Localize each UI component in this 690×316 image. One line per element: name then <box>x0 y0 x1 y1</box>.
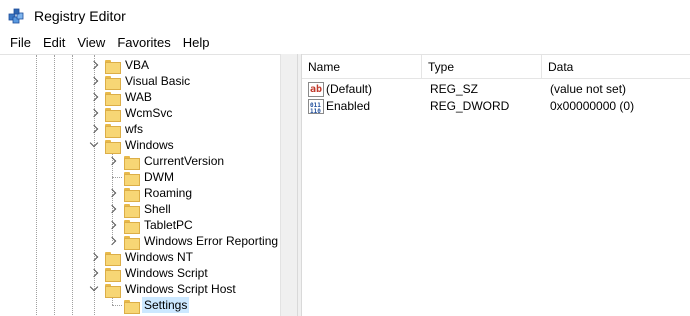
string-value-icon: ab <box>308 82 324 97</box>
value-name: (Default) <box>326 82 373 96</box>
tree-scrollbar[interactable] <box>280 54 297 316</box>
column-header-name[interactable]: Name <box>302 55 422 79</box>
tree-node-label: Visual Basic <box>125 74 191 88</box>
tree-node-roaming[interactable]: Roaming <box>0 185 280 202</box>
folder-icon <box>105 138 121 154</box>
tree-node-label: CurrentVersion <box>144 154 225 168</box>
folder-icon <box>124 154 140 170</box>
tree-node-windows[interactable]: Windows <box>0 137 280 154</box>
chevron-right-icon[interactable] <box>106 219 118 231</box>
chevron-down-icon[interactable] <box>88 139 100 151</box>
tree-node-windows-error-reporting[interactable]: Windows Error Reporting <box>0 233 280 250</box>
chevron-right-icon[interactable] <box>88 123 100 135</box>
folder-icon <box>124 186 140 202</box>
chevron-right-icon[interactable] <box>106 235 118 247</box>
tree-node-dwm[interactable]: DWM <box>0 169 280 186</box>
registry-tree[interactable]: VBA Visual Basic WAB WcmSvc wfs Windows Curren… <box>0 54 297 316</box>
folder-icon <box>105 282 121 298</box>
chevron-down-icon[interactable] <box>88 283 100 295</box>
tree-node-windows-script-host[interactable]: Windows Script Host <box>0 281 280 298</box>
tree-node-settings[interactable]: Settings <box>0 297 280 314</box>
tree-node-vba[interactable]: VBA <box>0 57 280 74</box>
window-title: Registry Editor <box>34 8 126 24</box>
chevron-right-icon[interactable] <box>88 107 100 119</box>
menu-favorites[interactable]: Favorites <box>111 35 176 50</box>
tree-node-currentversion[interactable]: CurrentVersion <box>0 153 280 170</box>
list-header: Name Type Data <box>302 55 690 79</box>
menu-help[interactable]: Help <box>177 35 216 50</box>
folder-icon <box>105 106 121 122</box>
tree-node-wfs[interactable]: wfs <box>0 121 280 138</box>
tree-node-wcmsvc[interactable]: WcmSvc <box>0 105 280 122</box>
chevron-right-icon[interactable] <box>88 267 100 279</box>
value-name: Enabled <box>326 99 371 113</box>
binary-value-icon: 011 110 <box>308 99 324 115</box>
folder-icon <box>124 170 140 186</box>
folder-icon <box>124 298 140 314</box>
chevron-right-icon[interactable] <box>88 251 100 263</box>
tree-node-label: Windows <box>125 138 174 152</box>
tree-guide-line <box>112 177 122 178</box>
folder-icon <box>124 218 140 234</box>
chevron-right-icon[interactable] <box>106 203 118 215</box>
tree-node-label: Windows Script Host <box>125 282 236 296</box>
tree-node-label: wfs <box>125 122 143 136</box>
folder-icon <box>105 122 121 138</box>
tree-node-label: VBA <box>125 58 150 72</box>
folder-icon <box>105 250 121 266</box>
tree-node-label: WAB <box>125 90 152 104</box>
folder-icon <box>124 234 140 250</box>
chevron-right-icon[interactable] <box>88 59 100 71</box>
tree-node-label: DWM <box>144 170 174 184</box>
folder-icon <box>105 90 121 106</box>
tree-node-label: Settings <box>142 297 190 313</box>
tree-node-shell[interactable]: Shell <box>0 201 280 218</box>
column-header-data[interactable]: Data <box>542 55 690 79</box>
folder-icon <box>105 58 121 74</box>
tree-node-label: Windows NT <box>125 250 194 264</box>
tree-node-windows-nt[interactable]: Windows NT <box>0 249 280 266</box>
tree-node-label: Roaming <box>144 186 193 200</box>
menu-edit[interactable]: Edit <box>37 35 71 50</box>
menu-bar: File Edit View Favorites Help <box>0 32 690 52</box>
tree-node-label: Shell <box>144 202 171 216</box>
tree-node-label: TabletPC <box>144 218 193 232</box>
registry-editor-icon <box>8 7 26 25</box>
tree-node-label: WcmSvc <box>125 106 173 120</box>
folder-icon <box>105 266 121 282</box>
value-row-enabled[interactable]: 011 110 Enabled REG_DWORD 0x00000000 (0) <box>302 98 690 115</box>
folder-icon <box>105 74 121 90</box>
value-data: (value not set) <box>550 82 627 96</box>
values-list[interactable]: Name Type Data ab (Default) REG_SZ (valu… <box>302 54 690 316</box>
tree-node-tabletpc[interactable]: TabletPC <box>0 217 280 234</box>
tree-node-label: Windows Error Reporting <box>144 234 279 248</box>
value-row-default[interactable]: ab (Default) REG_SZ (value not set) <box>302 81 690 98</box>
chevron-right-icon[interactable] <box>106 155 118 167</box>
value-data: 0x00000000 (0) <box>550 99 635 113</box>
tree-node-label: Windows Script <box>125 266 208 280</box>
tree-node-windows-script[interactable]: Windows Script <box>0 265 280 282</box>
svg-text:110: 110 <box>310 108 321 114</box>
tree-node-visual-basic[interactable]: Visual Basic <box>0 73 280 90</box>
chevron-right-icon[interactable] <box>106 187 118 199</box>
menu-view[interactable]: View <box>71 35 111 50</box>
menu-file[interactable]: File <box>4 35 37 50</box>
folder-icon <box>124 202 140 218</box>
value-type: REG_DWORD <box>430 99 510 113</box>
column-header-type[interactable]: Type <box>422 55 542 79</box>
tree-guide-line <box>112 305 122 306</box>
tree-node-wab[interactable]: WAB <box>0 89 280 106</box>
chevron-right-icon[interactable] <box>88 91 100 103</box>
chevron-right-icon[interactable] <box>88 75 100 87</box>
value-type: REG_SZ <box>430 82 479 96</box>
title-bar: Registry Editor <box>0 0 690 32</box>
